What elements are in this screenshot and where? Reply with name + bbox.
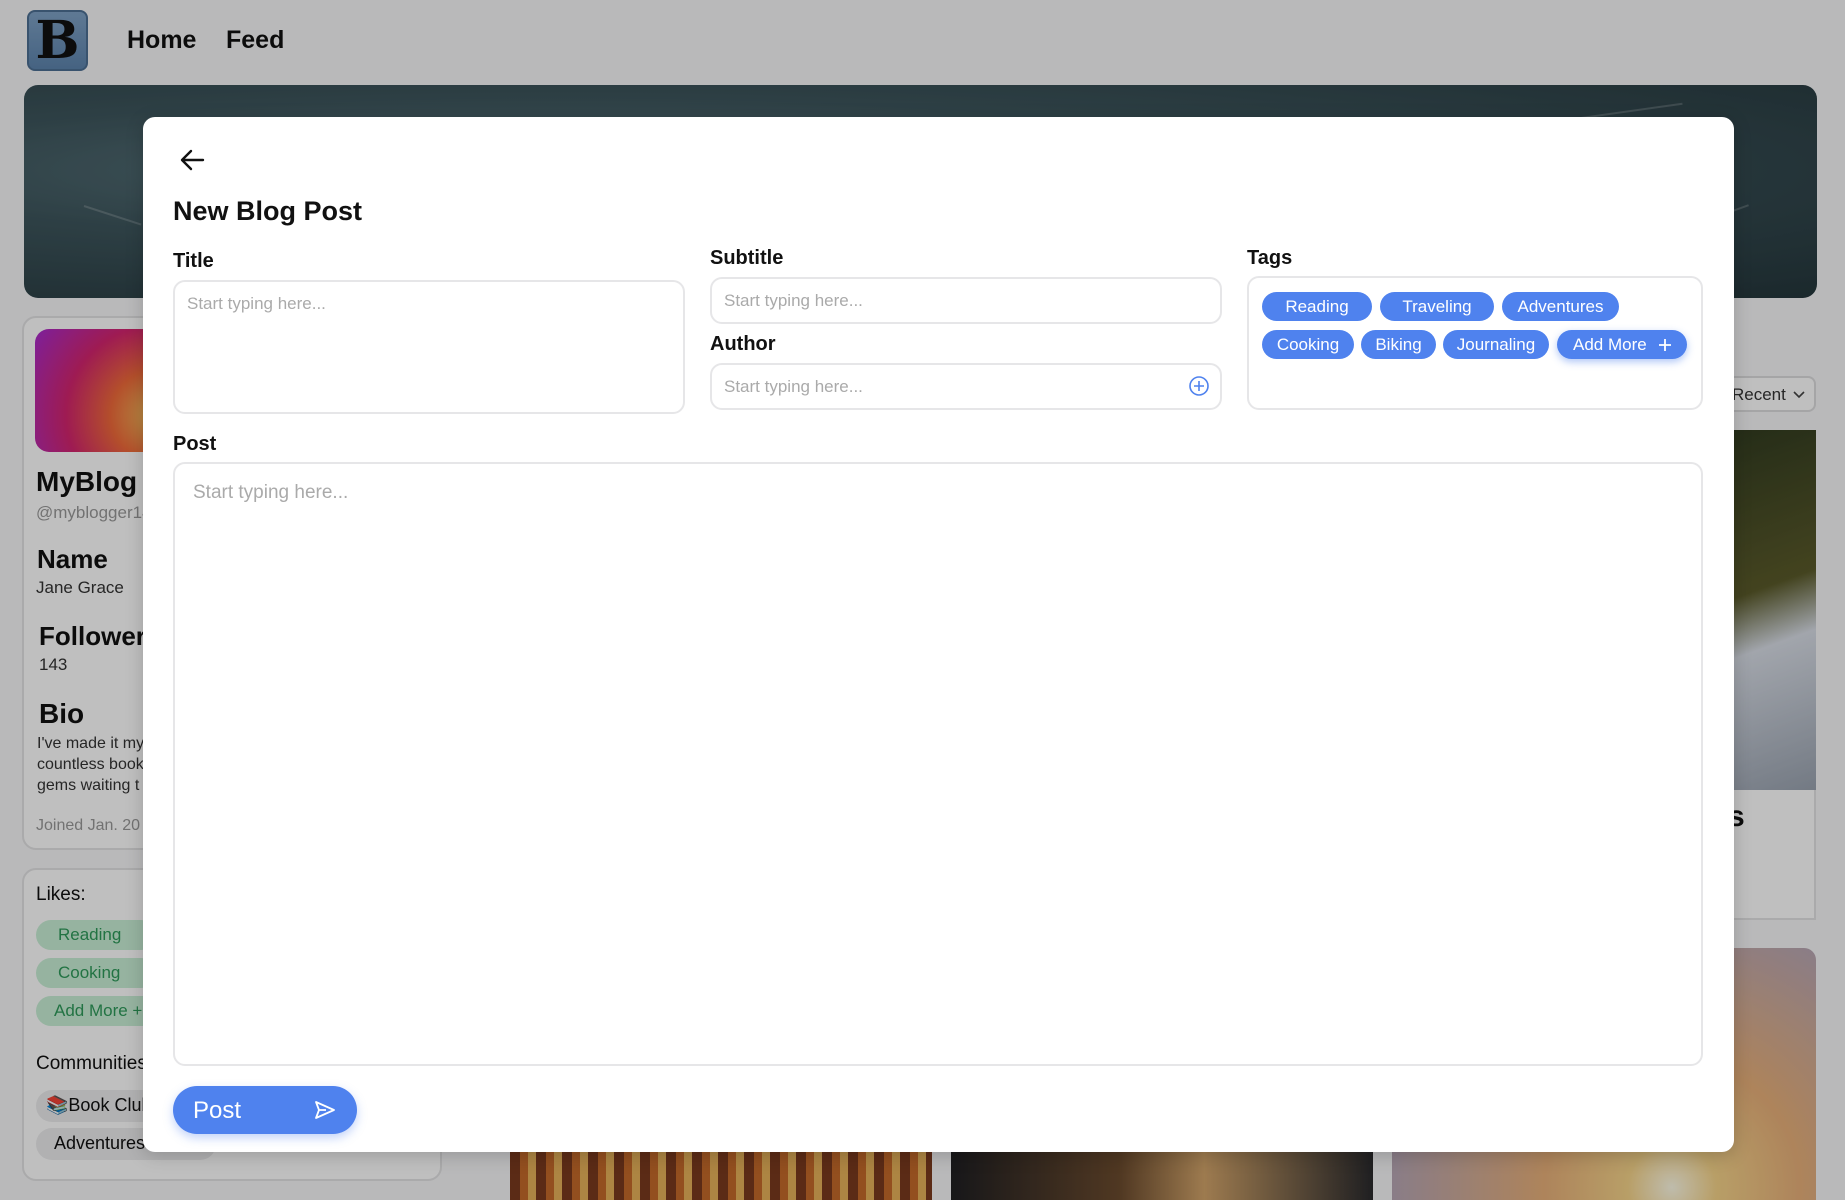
plus-icon (1659, 339, 1671, 351)
title-label: Title (173, 250, 214, 272)
tag-biking[interactable]: Biking (1361, 330, 1436, 359)
tag-reading[interactable]: Reading (1262, 292, 1372, 321)
title-input[interactable] (173, 280, 685, 414)
modal-title: New Blog Post (173, 196, 363, 226)
tag-traveling[interactable]: Traveling (1380, 292, 1494, 321)
back-arrow-icon[interactable] (175, 143, 209, 177)
author-input[interactable] (710, 363, 1222, 410)
post-button[interactable]: Post (173, 1086, 357, 1134)
tag-journaling[interactable]: Journaling (1443, 330, 1549, 359)
add-more-label: Add More (1573, 335, 1647, 354)
add-circle-icon[interactable] (1188, 375, 1210, 397)
subtitle-label: Subtitle (710, 247, 784, 269)
post-label: Post (173, 433, 217, 455)
subtitle-input[interactable] (710, 277, 1222, 324)
send-icon (315, 1101, 335, 1119)
post-body-input[interactable] (173, 462, 1703, 1066)
tags-label: Tags (1247, 247, 1293, 269)
post-button-label: Post (193, 1097, 242, 1124)
author-label: Author (710, 333, 776, 355)
tag-cooking[interactable]: Cooking (1262, 330, 1354, 359)
tag-adventures[interactable]: Adventures (1502, 292, 1619, 321)
add-more-tag-button[interactable]: Add More (1557, 330, 1687, 359)
